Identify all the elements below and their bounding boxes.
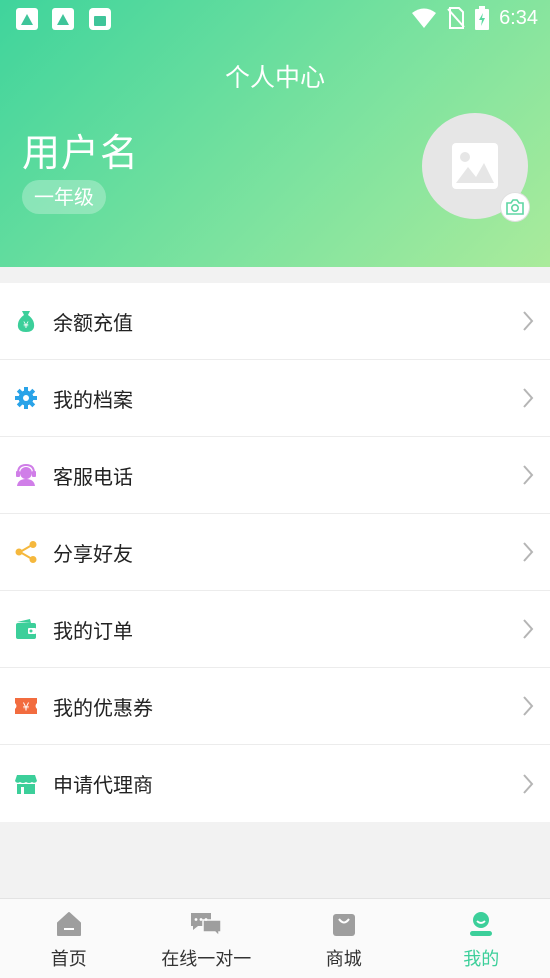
status-bar: 6:34 bbox=[0, 0, 550, 40]
menu-item-share[interactable]: 分享好友 bbox=[0, 514, 550, 591]
page-title: 个人中心 bbox=[0, 58, 550, 94]
menu-item-label: 分享好友 bbox=[53, 538, 133, 567]
chevron-right-icon bbox=[522, 541, 534, 563]
tab-label: 商城 bbox=[275, 945, 413, 971]
menu-item-agent[interactable]: 申请代理商 bbox=[0, 745, 550, 822]
app-notification-icon bbox=[16, 8, 38, 30]
profile-header: 6:34 个人中心 用户名 一年级 bbox=[0, 0, 550, 267]
menu-item-label: 我的档案 bbox=[53, 384, 133, 413]
camera-icon bbox=[505, 198, 525, 216]
store-icon bbox=[14, 772, 38, 796]
image-placeholder-icon bbox=[450, 141, 500, 191]
menu-item-label: 申请代理商 bbox=[53, 769, 153, 798]
wallet-icon bbox=[14, 617, 38, 641]
tab-mall[interactable]: 商城 bbox=[275, 899, 413, 978]
tab-label: 首页 bbox=[0, 945, 138, 971]
chevron-right-icon bbox=[522, 618, 534, 640]
no-sim-icon bbox=[447, 7, 465, 29]
chat-icon bbox=[190, 911, 222, 937]
grade-badge: 一年级 bbox=[22, 180, 106, 214]
menu-item-label: 客服电话 bbox=[53, 461, 133, 490]
home-icon bbox=[56, 911, 82, 937]
chevron-right-icon bbox=[522, 387, 534, 409]
coupon-icon: ¥ bbox=[14, 694, 38, 718]
chevron-right-icon bbox=[522, 310, 534, 332]
battery-icon bbox=[475, 6, 489, 30]
shopping-bag-icon bbox=[332, 911, 356, 937]
headset-icon bbox=[14, 463, 38, 487]
menu-item-recharge[interactable]: ¥ 余额充值 bbox=[0, 283, 550, 360]
menu-item-label: 余额充值 bbox=[53, 307, 133, 336]
menu-item-coupons[interactable]: ¥ 我的优惠券 bbox=[0, 668, 550, 745]
gear-icon bbox=[14, 386, 38, 410]
share-icon bbox=[14, 540, 38, 564]
app-notification-icon bbox=[52, 8, 74, 30]
menu-item-label: 我的订单 bbox=[53, 615, 133, 644]
tab-label: 在线一对一 bbox=[138, 945, 276, 971]
clock: 6:34 bbox=[499, 7, 538, 30]
money-bag-icon: ¥ bbox=[14, 309, 38, 333]
tab-mine[interactable]: 我的 bbox=[413, 899, 550, 978]
svg-text:¥: ¥ bbox=[23, 701, 30, 714]
chevron-right-icon bbox=[522, 773, 534, 795]
tab-home[interactable]: 首页 bbox=[0, 899, 138, 978]
menu-item-profile[interactable]: 我的档案 bbox=[0, 360, 550, 437]
shopping-notification-icon bbox=[89, 8, 111, 30]
username: 用户名 bbox=[22, 122, 139, 177]
profile-menu: ¥ 余额充值 我的档案 客服电话 bbox=[0, 283, 550, 822]
tab-label: 我的 bbox=[413, 945, 550, 971]
change-avatar-button[interactable] bbox=[501, 193, 529, 221]
tab-online-tutoring[interactable]: 在线一对一 bbox=[138, 899, 276, 978]
svg-text:¥: ¥ bbox=[23, 321, 29, 331]
menu-item-label: 我的优惠券 bbox=[53, 692, 153, 721]
chevron-right-icon bbox=[522, 695, 534, 717]
menu-item-customer-service[interactable]: 客服电话 bbox=[0, 437, 550, 514]
chevron-right-icon bbox=[522, 464, 534, 486]
wifi-icon bbox=[411, 7, 437, 29]
bottom-tab-bar: 首页 在线一对一 商城 我的 bbox=[0, 898, 550, 978]
menu-item-orders[interactable]: 我的订单 bbox=[0, 591, 550, 668]
profile-icon bbox=[469, 911, 493, 937]
